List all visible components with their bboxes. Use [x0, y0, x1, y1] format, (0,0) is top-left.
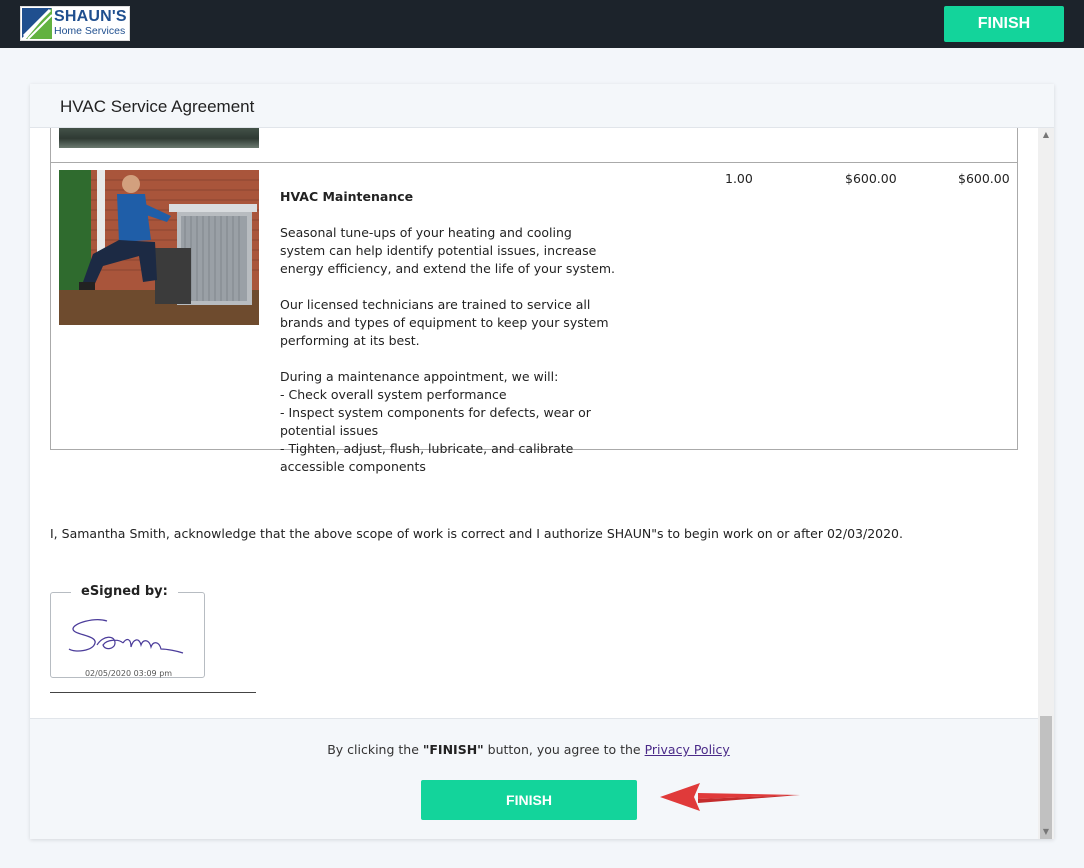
annotation-arrow-icon [660, 783, 800, 811]
handwritten-signature [68, 619, 184, 654]
item-total: $600.00 [958, 171, 1010, 186]
scrollbar[interactable]: ▲ ▼ [1038, 128, 1054, 839]
top-bar: SHAUN'S Home Services FINISH [0, 0, 1084, 48]
agreement-notice: By clicking the "FINISH" button, you agr… [30, 742, 1027, 757]
item-unit-price: $600.00 [845, 171, 897, 186]
item-quantity: 1.00 [725, 171, 753, 186]
agree-button-ref: "FINISH" [422, 742, 484, 757]
scroll-up-icon[interactable]: ▲ [1038, 128, 1054, 142]
signature-label: eSigned by: [71, 584, 178, 599]
finish-button[interactable]: FINISH [421, 780, 637, 820]
item-description: HVAC Maintenance Seasonal tune-ups of yo… [280, 170, 620, 494]
acknowledgement-text: I, Samantha Smith, acknowledge that the … [50, 526, 903, 541]
scroll-thumb[interactable] [1040, 716, 1052, 839]
hvac-technician-image [59, 170, 259, 325]
card-header: HVAC Service Agreement [30, 84, 1054, 128]
company-logo[interactable]: SHAUN'S Home Services [20, 6, 130, 41]
agreement-card: HVAC Service Agreement HVAC Maintenance … [30, 84, 1054, 839]
line-item-previous [50, 128, 1018, 163]
signature-line [50, 692, 256, 693]
line-item-row: HVAC Maintenance Seasonal tune-ups of yo… [50, 162, 1018, 474]
item-description-text: Seasonal tune-ups of your heating and co… [280, 225, 616, 474]
previous-item-image [59, 128, 259, 148]
logo-mark-icon [22, 8, 52, 39]
signature-timestamp: 02/05/2020 03:09 pm [84, 669, 173, 678]
logo-brand-text: SHAUN'S [54, 8, 127, 25]
top-finish-button[interactable]: FINISH [944, 6, 1064, 42]
agree-middle: button, you agree to the [483, 742, 645, 757]
item-name: HVAC Maintenance [280, 189, 414, 204]
privacy-policy-link[interactable]: Privacy Policy [645, 742, 730, 757]
scroll-down-icon[interactable]: ▼ [1038, 825, 1054, 839]
document-body: HVAC Maintenance Seasonal tune-ups of yo… [50, 128, 1018, 718]
page-title: HVAC Service Agreement [60, 97, 255, 116]
agree-prefix: By clicking the [327, 742, 423, 757]
footer-bar: By clicking the "FINISH" button, you agr… [30, 718, 1038, 839]
logo-sub-text: Home Services [54, 25, 126, 37]
signature-box: eSigned by: 02/05/2020 03:09 pm [50, 584, 205, 678]
